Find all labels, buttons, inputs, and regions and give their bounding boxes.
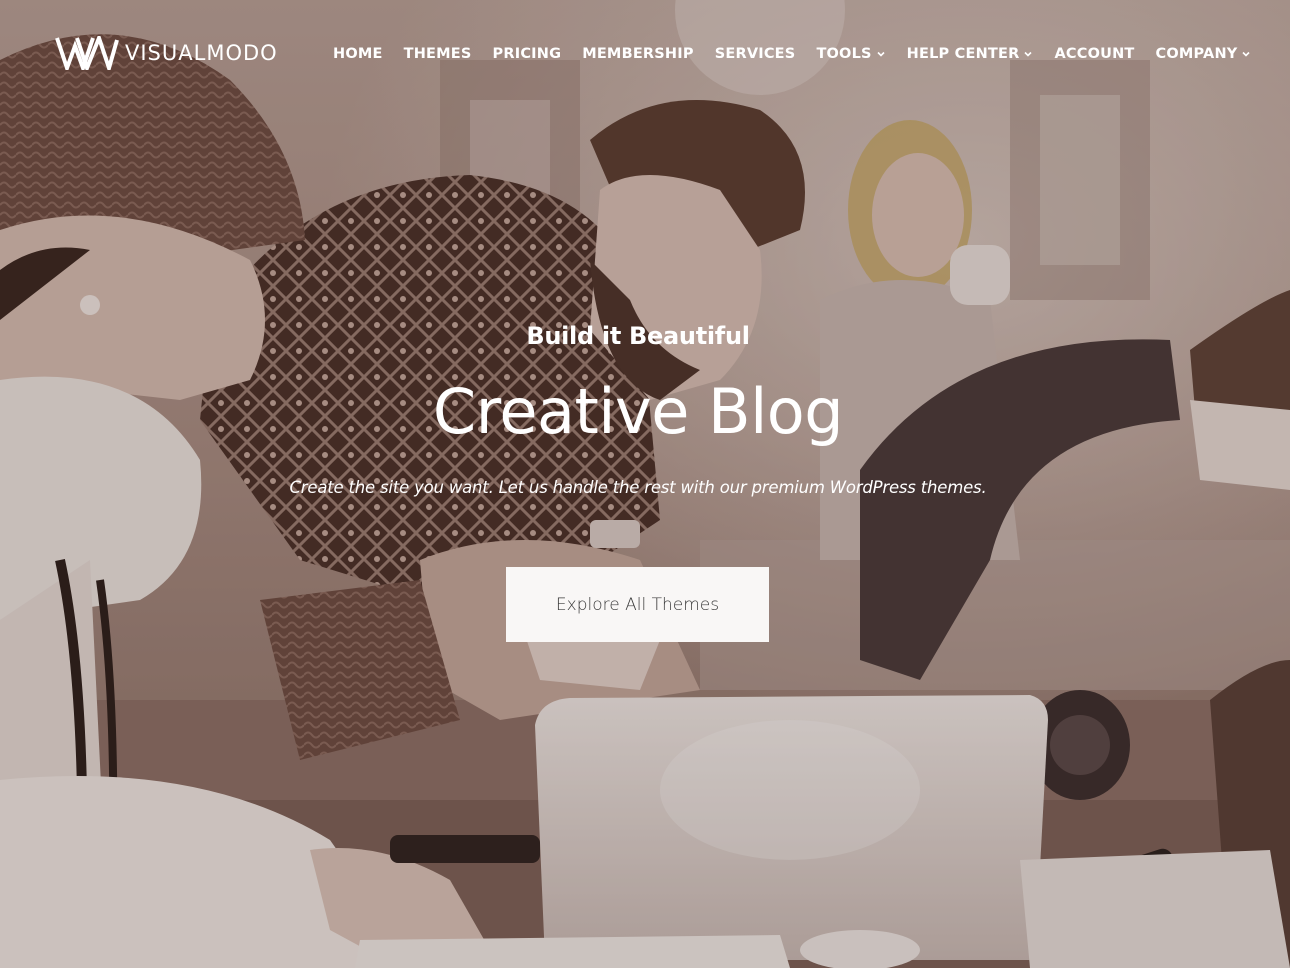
nav-item-company[interactable]: COMPANY	[1156, 46, 1252, 62]
nav-item-account[interactable]: ACCOUNT	[1054, 46, 1134, 62]
hero-subtitle: Create the site you want. Let us handle …	[289, 478, 987, 497]
nav-item-label: PRICING	[492, 46, 562, 62]
chevron-down-icon	[1024, 51, 1033, 57]
brand-logo[interactable]: VISUALMODO	[55, 36, 278, 70]
nav-item-label: ACCOUNT	[1054, 46, 1135, 62]
chevron-down-icon	[1242, 51, 1251, 57]
nav-item-label: SERVICES	[714, 46, 796, 62]
hero-section: VISUALMODO HOME THEMES PRICING MEMBERSHI…	[0, 0, 1290, 968]
brand-name: VISUALMODO	[125, 41, 278, 65]
nav-item-label: THEMES	[403, 46, 472, 62]
nav-item-label: TOOLS	[816, 46, 872, 62]
nav-item-themes[interactable]: THEMES	[404, 46, 472, 62]
site-header: VISUALMODO HOME THEMES PRICING MEMBERSHI…	[0, 0, 1290, 106]
nav-item-home[interactable]: HOME	[333, 46, 383, 62]
hero-eyebrow: Build it Beautiful	[526, 322, 750, 350]
explore-all-themes-button[interactable]: Explore All Themes	[506, 567, 769, 642]
nav-item-tools[interactable]: TOOLS	[816, 46, 885, 62]
main-nav: HOME THEMES PRICING MEMBERSHIP SERVICES …	[333, 44, 1251, 64]
chevron-down-icon	[877, 51, 885, 57]
nav-item-pricing[interactable]: PRICING	[493, 46, 562, 62]
nav-item-label: MEMBERSHIP	[582, 46, 694, 62]
nav-item-services[interactable]: SERVICES	[715, 46, 796, 62]
nav-item-membership[interactable]: MEMBERSHIP	[582, 46, 694, 62]
nav-item-label: HOME	[333, 46, 383, 62]
nav-item-label: COMPANY	[1155, 46, 1238, 62]
nav-item-label: HELP CENTER	[906, 46, 1020, 62]
hero-title: Creative Blog	[432, 375, 844, 448]
visualmodo-logo-icon	[55, 36, 119, 70]
nav-item-help-center[interactable]: HELP CENTER	[907, 46, 1034, 62]
